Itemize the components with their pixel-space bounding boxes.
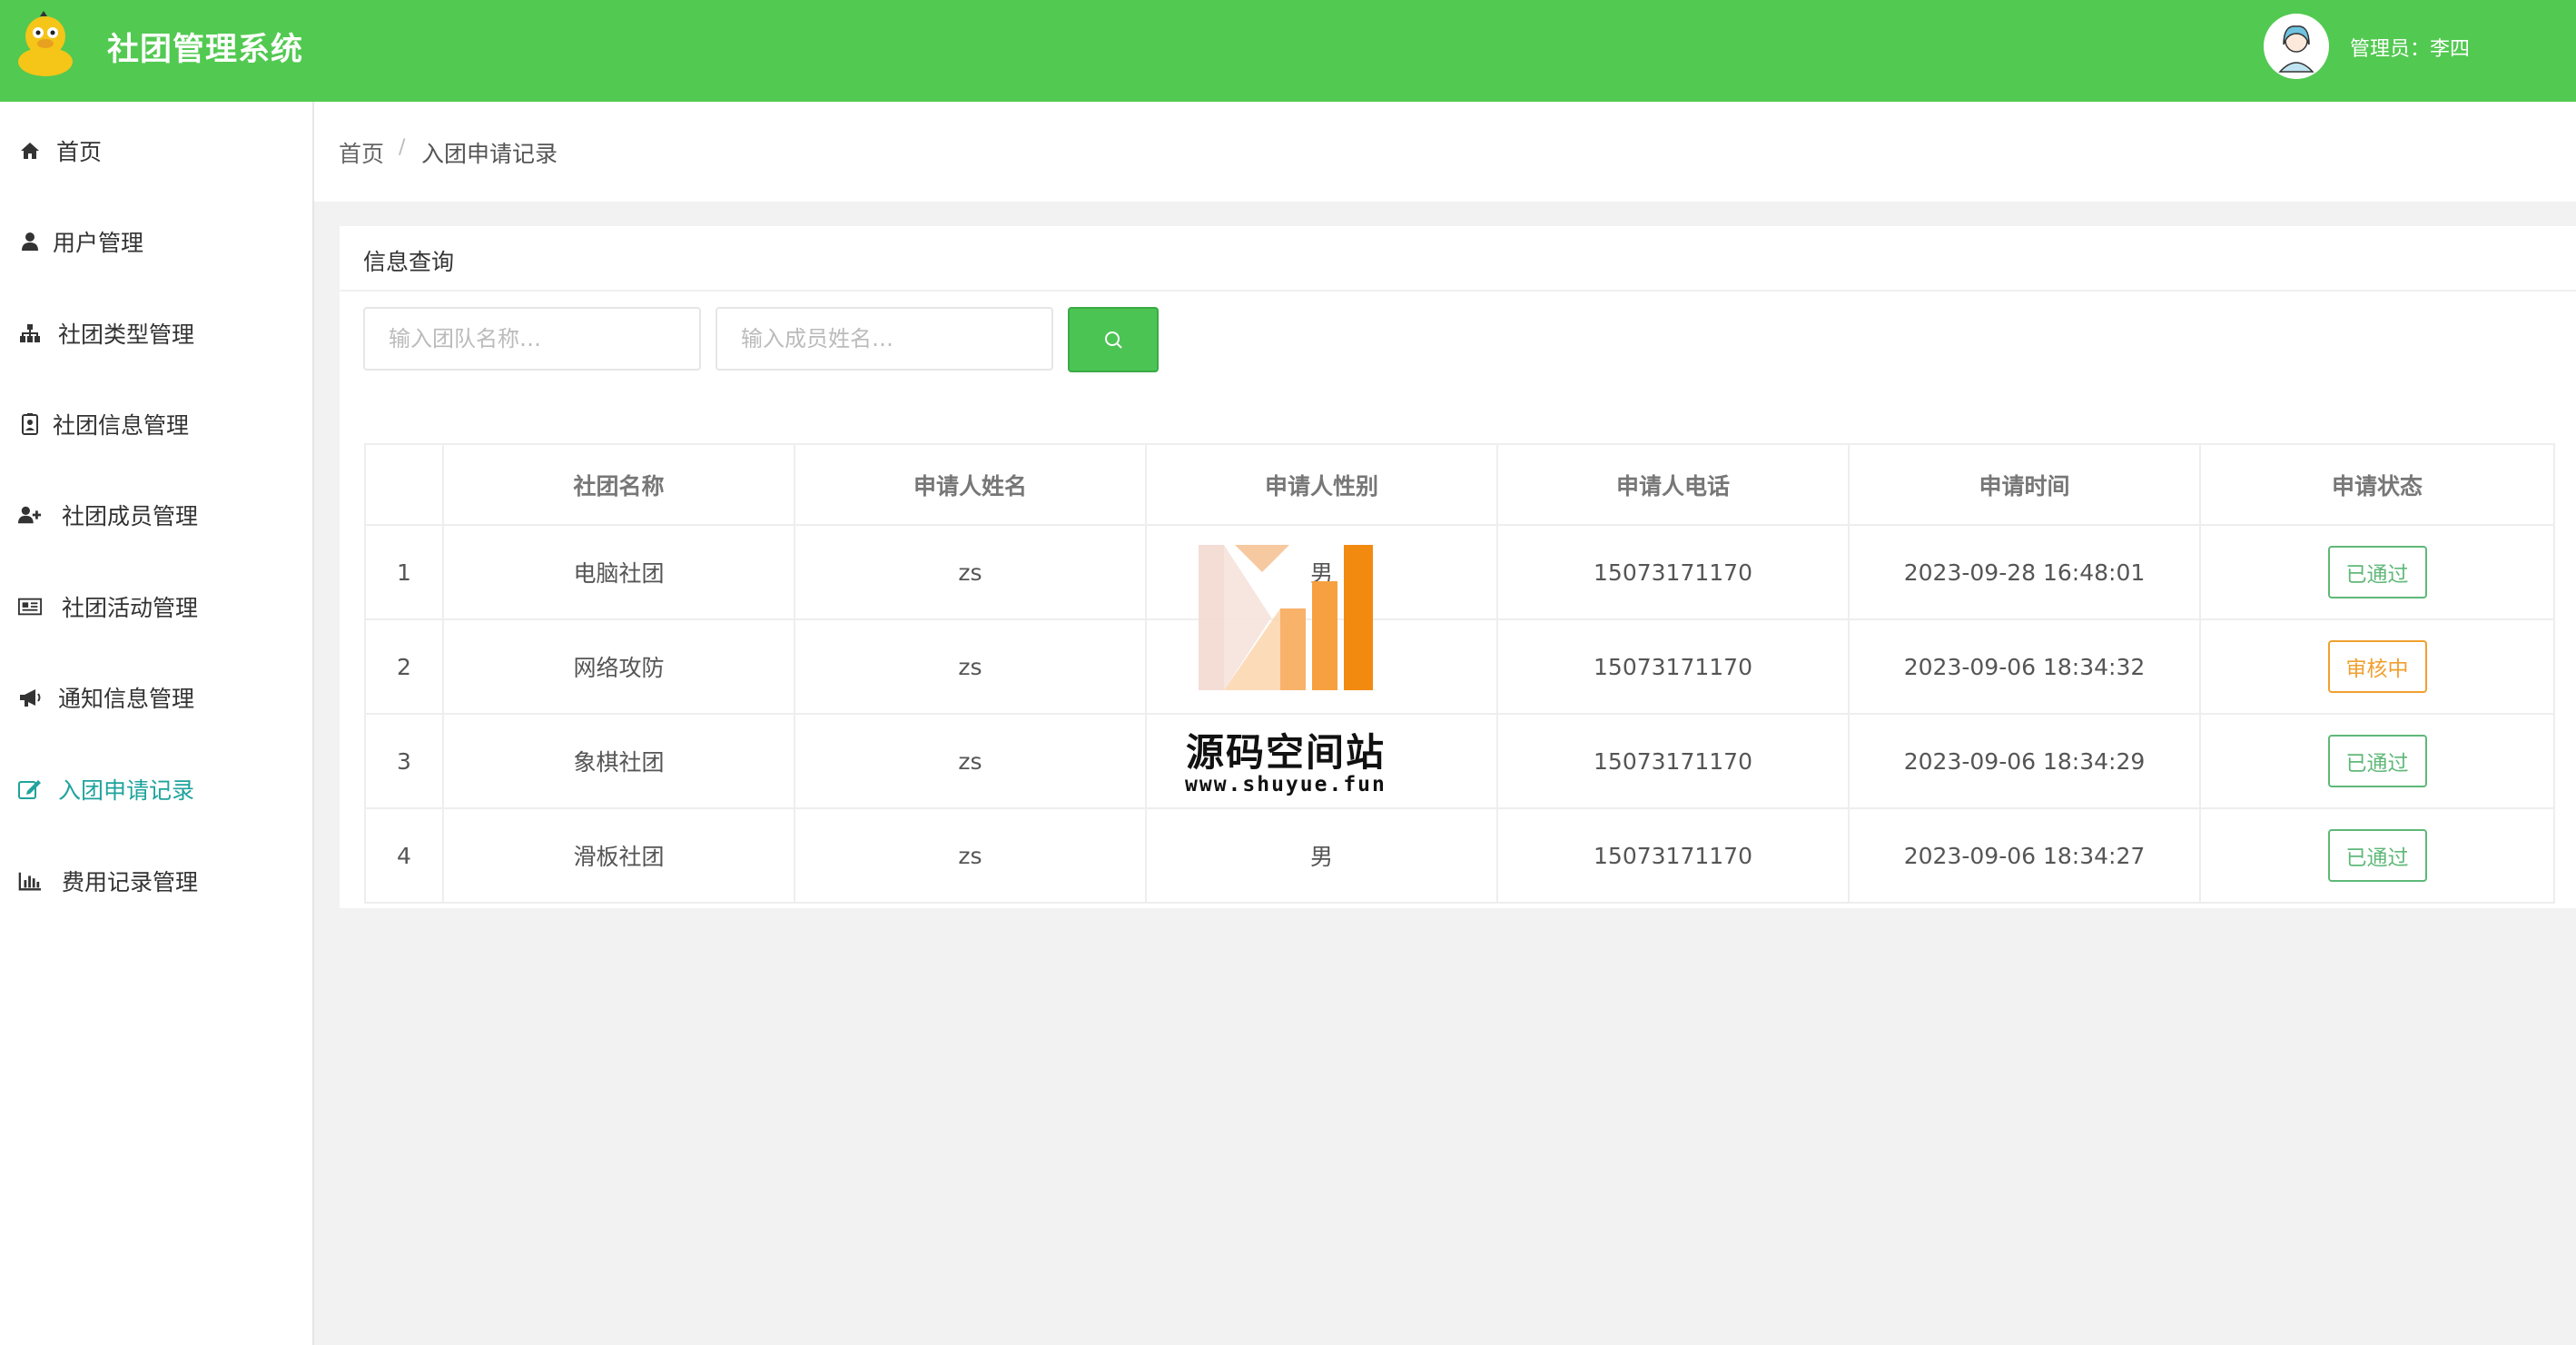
team-name-input[interactable] — [363, 307, 701, 371]
sidebar-item-label: 首页 — [56, 139, 103, 165]
column-header-status: 申请状态 — [2199, 443, 2555, 526]
breadcrumb-separator: / — [399, 136, 406, 159]
cell-name: zs — [794, 807, 1147, 904]
panel-title: 信息查询 — [363, 249, 455, 275]
watermark-url: www.shuyue.fun — [1185, 773, 1387, 796]
duck-logo-icon — [18, 11, 73, 76]
divider — [340, 290, 2576, 292]
avatar-icon — [2264, 14, 2329, 79]
applications-table: 社团名称 申请人姓名 申请人性别 申请人电话 申请时间 申请状态 1 电脑社团 … — [364, 443, 2555, 904]
column-header-club: 社团名称 — [442, 443, 795, 526]
cell-status: 已通过 — [2199, 713, 2555, 809]
cell-time: 2023-09-06 18:34:29 — [1848, 713, 2201, 809]
status-badge: 已通过 — [2327, 735, 2427, 787]
member-name-input[interactable] — [716, 307, 1053, 371]
breadcrumb-home[interactable]: 首页 — [339, 136, 384, 169]
cell-club: 滑板社团 — [442, 807, 795, 904]
cell-time: 2023-09-06 18:34:32 — [1848, 618, 2201, 715]
sitemap-icon — [18, 321, 42, 345]
cell-club: 电脑社团 — [442, 524, 795, 620]
sidebar-item-fees[interactable]: 费用记录管理 — [0, 854, 312, 908]
cell-phone: 15073171170 — [1496, 618, 1850, 715]
app-title: 社团管理系统 — [107, 32, 304, 68]
table-row[interactable]: 3 象棋社团 zs 15073171170 2023-09-06 18:34:2… — [364, 713, 2555, 809]
column-header-time: 申请时间 — [1848, 443, 2201, 526]
sidebar-item-club-activities[interactable]: 社团活动管理 — [0, 579, 312, 634]
sidebar-item-label: 社团活动管理 — [62, 595, 199, 621]
breadcrumb-current: 入团申请记录 — [421, 141, 558, 167]
sidebar-item-home[interactable]: 首页 — [0, 124, 312, 178]
watermark-text: 源码空间站 — [1186, 730, 1387, 775]
newspaper-icon — [18, 595, 42, 618]
cell-name: zs — [794, 618, 1147, 715]
home-icon — [18, 139, 42, 163]
cell-index: 4 — [364, 807, 444, 904]
sidebar-item-label: 社团成员管理 — [62, 503, 199, 529]
search-icon — [1105, 331, 1122, 349]
table-row[interactable]: 2 网络攻防 zs 15073171170 2023-09-06 18:34:3… — [364, 618, 2555, 715]
search-panel: 信息查询 — [340, 226, 2576, 427]
sidebar-item-label: 用户管理 — [53, 230, 144, 256]
cell-name: zs — [794, 524, 1147, 620]
column-header-name: 申请人姓名 — [794, 443, 1147, 526]
search-button[interactable] — [1068, 307, 1159, 372]
table-row[interactable]: 1 电脑社团 zs 男 15073171170 2023-09-28 16:48… — [364, 524, 2555, 620]
edit-icon — [18, 777, 42, 801]
bar-chart-icon — [18, 869, 42, 893]
column-header-index — [364, 443, 444, 526]
column-header-gender: 申请人性别 — [1145, 443, 1498, 526]
cell-phone: 15073171170 — [1496, 713, 1850, 809]
cell-index: 1 — [364, 524, 444, 620]
status-badge: 已通过 — [2327, 546, 2427, 598]
cell-index: 3 — [364, 713, 444, 809]
sidebar-item-applications[interactable]: 入团申请记录 — [0, 762, 312, 816]
admin-name[interactable]: 管理员：李四 — [2350, 33, 2470, 62]
sidebar-item-label: 社团类型管理 — [58, 321, 195, 348]
sidebar-item-label: 入团申请记录 — [58, 777, 195, 804]
sidebar-item-notices[interactable]: 通知信息管理 — [0, 670, 312, 725]
sidebar-item-users[interactable]: 用户管理 — [0, 214, 312, 269]
sidebar-item-label: 费用记录管理 — [62, 869, 199, 895]
sidebar-item-club-info[interactable]: 社团信息管理 — [0, 397, 312, 451]
id-card-icon — [18, 412, 42, 436]
cell-index: 2 — [364, 618, 444, 715]
column-header-phone: 申请人电话 — [1496, 443, 1850, 526]
bullhorn-icon — [18, 686, 42, 709]
table-header-row: 社团名称 申请人姓名 申请人性别 申请人电话 申请时间 申请状态 — [364, 443, 2555, 526]
breadcrumb: 首页 / 入团申请记录 — [314, 102, 2576, 202]
cell-club: 象棋社团 — [442, 713, 795, 809]
cell-time: 2023-09-28 16:48:01 — [1848, 524, 2201, 620]
sidebar-item-label: 通知信息管理 — [58, 686, 195, 712]
sidebar-item-club-members[interactable]: 社团成员管理 — [0, 488, 312, 542]
table-panel: 社团名称 申请人姓名 申请人性别 申请人电话 申请时间 申请状态 1 电脑社团 … — [340, 427, 2576, 908]
cell-phone: 15073171170 — [1496, 524, 1850, 620]
table-row[interactable]: 4 滑板社团 zs 男 15073171170 2023-09-06 18:34… — [364, 807, 2555, 904]
sidebar-item-club-types[interactable]: 社团类型管理 — [0, 306, 312, 361]
sidebar: 首页 用户管理 社团类型管理 社团信息管理 社团成员管理 社团活动管理 通知信息… — [0, 102, 314, 1345]
top-header: 社团管理系统 管理员：李四 — [0, 0, 2576, 102]
cell-phone: 15073171170 — [1496, 807, 1850, 904]
admin-avatar[interactable] — [2264, 14, 2329, 79]
sidebar-item-label: 社团信息管理 — [53, 412, 190, 439]
cell-status: 已通过 — [2199, 524, 2555, 620]
cell-status: 已通过 — [2199, 807, 2555, 904]
cell-name: zs — [794, 713, 1147, 809]
cell-status: 审核中 — [2199, 618, 2555, 715]
cell-club: 网络攻防 — [442, 618, 795, 715]
status-badge: 审核中 — [2327, 640, 2427, 693]
user-plus-icon — [18, 503, 42, 527]
user-icon — [18, 230, 42, 253]
cell-time: 2023-09-06 18:34:27 — [1848, 807, 2201, 904]
status-badge: 已通过 — [2327, 829, 2427, 882]
cell-gender: 男 — [1145, 807, 1498, 904]
